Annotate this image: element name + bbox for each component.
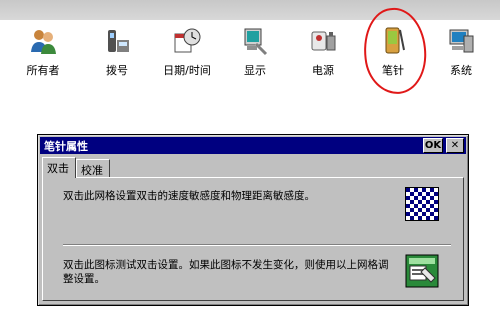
cp-item-owner[interactable]: 所有者 (8, 24, 78, 80)
dialog-title: 笔针属性 (44, 140, 88, 153)
tab-panel: 双击此网格设置双击的速度敏感度和物理距离敏感度。 双击此图标测试双击设置。如果此… (42, 177, 464, 301)
cp-item-label: 拨号 (106, 64, 128, 77)
cp-item-label: 电源 (312, 64, 334, 77)
dialog-titlebar: 笔针属性 OK ✕ (40, 137, 466, 154)
power-icon (311, 31, 336, 51)
cp-item-date-time[interactable]: 日期/时间 (152, 24, 222, 80)
stylus-properties-dialog: 笔针属性 OK ✕ 双击 校准 双击此网格设置双击的速度敏感度和物理距离敏感度。… (37, 134, 469, 306)
dialing-icon (108, 30, 129, 52)
double-click-test-icon[interactable] (405, 254, 439, 288)
cp-item-label: 日期/时间 (163, 64, 211, 77)
owner-icon (31, 30, 56, 54)
date-time-icon (174, 28, 201, 53)
cp-item-dialing[interactable]: 拨号 (82, 24, 152, 80)
close-button[interactable]: ✕ (446, 138, 464, 153)
display-icon (244, 28, 268, 56)
cp-item-label: 系统 (450, 64, 472, 77)
double-click-instruction: 双击此网格设置双击的速度敏感度和物理距离敏感度。 (63, 190, 315, 202)
test-instruction: 双击此图标测试双击设置。如果此图标不发生变化，则使用以上网格调整设置。 (63, 259, 389, 285)
cp-item-system[interactable]: 系统 (426, 24, 496, 80)
cp-item-label: 显示 (244, 64, 266, 77)
double-click-grid-icon[interactable] (405, 187, 439, 221)
system-icon (449, 29, 474, 53)
cp-item-power[interactable]: 电源 (288, 24, 358, 80)
section-divider (63, 244, 451, 246)
ok-button[interactable]: OK (423, 138, 443, 153)
window-top-strip (0, 0, 500, 20)
cp-item-label: 所有者 (26, 64, 60, 77)
cp-item-display[interactable]: 显示 (220, 24, 290, 80)
tab-double-click[interactable]: 双击 (42, 157, 76, 178)
tab-calibration[interactable]: 校准 (76, 159, 110, 177)
